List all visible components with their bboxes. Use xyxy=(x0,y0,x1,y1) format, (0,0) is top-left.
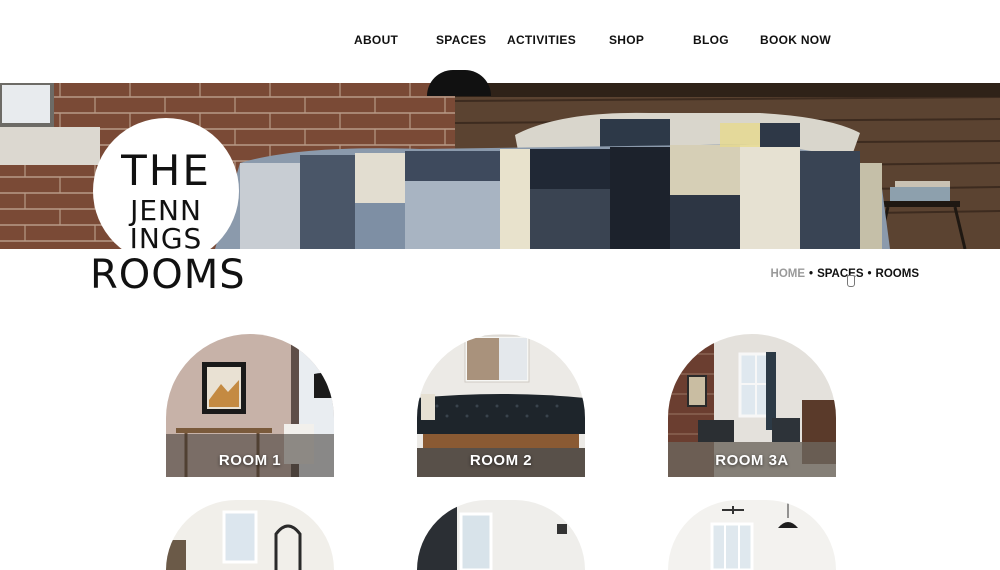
room-3a-label: ROOM 3A xyxy=(715,452,789,469)
room-card-5[interactable] xyxy=(417,500,585,570)
logo-text-line2: JENN xyxy=(130,194,202,227)
nav-blog[interactable]: BLOG xyxy=(693,33,729,47)
logo-text-line3: INGS xyxy=(129,222,203,255)
nav-shop[interactable]: SHOP xyxy=(609,33,644,47)
room-card-3a[interactable]: ROOM 3A xyxy=(668,334,836,477)
room-2-label: ROOM 2 xyxy=(469,452,533,469)
room-5-photo xyxy=(417,500,585,570)
nav-activities[interactable]: ACTIVITIES xyxy=(507,33,576,47)
nav-about[interactable]: ABOUT xyxy=(354,33,398,47)
breadcrumb-separator: • xyxy=(867,268,872,280)
room-card-1[interactable]: ROOM 1 xyxy=(166,334,334,477)
room-card-6[interactable] xyxy=(668,500,836,570)
logo-text-line1: THE xyxy=(121,146,211,195)
room-1-label: ROOM 1 xyxy=(218,452,282,469)
room-card-2[interactable]: ROOM 2 xyxy=(417,334,585,477)
breadcrumb-home[interactable]: HOME xyxy=(771,268,806,280)
top-navigation: ABOUT SPACES ACTIVITIES SHOP BLOG BOOK N… xyxy=(0,0,1000,83)
page-title: ROOMS xyxy=(90,252,246,298)
room-6-photo xyxy=(668,500,836,570)
nav-spaces[interactable]: SPACES xyxy=(436,33,486,47)
breadcrumb-current: ROOMS xyxy=(875,268,919,280)
mouse-cursor xyxy=(847,275,855,287)
nav-book-now[interactable]: BOOK NOW xyxy=(760,33,831,47)
breadcrumb-spaces[interactable]: SPACES xyxy=(817,268,863,280)
breadcrumb: HOME • SPACES • ROOMS xyxy=(771,268,919,280)
room-card-4[interactable] xyxy=(166,500,334,570)
room-4-photo xyxy=(166,500,334,570)
breadcrumb-separator: • xyxy=(809,268,814,280)
